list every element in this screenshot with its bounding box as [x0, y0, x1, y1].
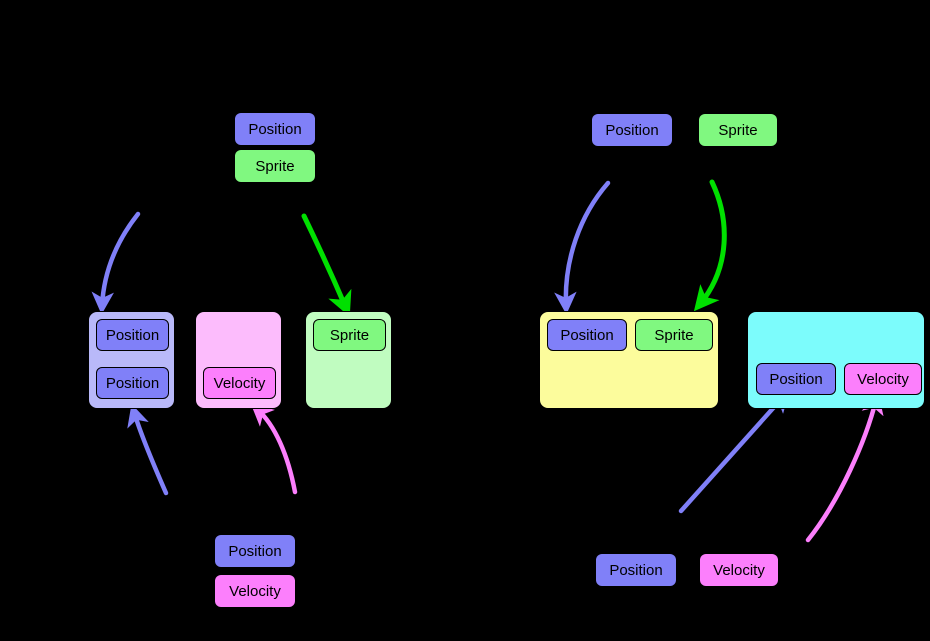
- position-store[interactable]: Position Position: [88, 311, 175, 409]
- source-chip-velocity-bottom-left[interactable]: Velocity: [215, 575, 295, 607]
- source-chip-position-bottom-right[interactable]: Position: [596, 554, 676, 586]
- archetype-position-sprite[interactable]: Position Sprite: [539, 311, 719, 409]
- source-chip-position-bottom-left[interactable]: Position: [215, 535, 295, 567]
- archetype-chip-sprite[interactable]: Sprite: [635, 319, 713, 351]
- arrow-right-position2-to-archetype: [678, 389, 790, 514]
- arrow-right-position-to-archetype: [554, 180, 611, 315]
- arrow-left-sprite-to-store: [301, 213, 352, 317]
- source-chip-sprite-top-left[interactable]: Sprite: [235, 150, 315, 182]
- store-chip-velocity-1[interactable]: Velocity: [203, 367, 276, 399]
- arrow-right-sprite-to-archetype: [693, 179, 727, 312]
- source-chip-position-top-right[interactable]: Position: [592, 114, 672, 146]
- archetype-position-velocity[interactable]: Position Velocity: [747, 311, 925, 409]
- source-chip-sprite-top-right[interactable]: Sprite: [699, 114, 777, 146]
- source-chip-position-top-left[interactable]: Position: [235, 113, 315, 145]
- arrow-right-velocity-to-archetype: [805, 391, 884, 543]
- diagram-canvas: Position Sprite Position Position Veloci…: [0, 0, 930, 641]
- arrow-left-position-to-store: [91, 211, 141, 315]
- store-chip-sprite-1[interactable]: Sprite: [313, 319, 386, 351]
- source-chip-velocity-bottom-right[interactable]: Velocity: [700, 554, 778, 586]
- arrow-left-position2-to-store: [127, 403, 169, 496]
- archetype-chip-position[interactable]: Position: [547, 319, 627, 351]
- sprite-store[interactable]: Sprite: [305, 311, 392, 409]
- velocity-store[interactable]: Velocity: [195, 311, 282, 409]
- arrow-left-velocity-to-store: [250, 403, 298, 495]
- archetype-chip-velocity[interactable]: Velocity: [844, 363, 922, 395]
- archetype-chip-position-2[interactable]: Position: [756, 363, 836, 395]
- store-chip-position-2[interactable]: Position: [96, 367, 169, 399]
- store-chip-position-1[interactable]: Position: [96, 319, 169, 351]
